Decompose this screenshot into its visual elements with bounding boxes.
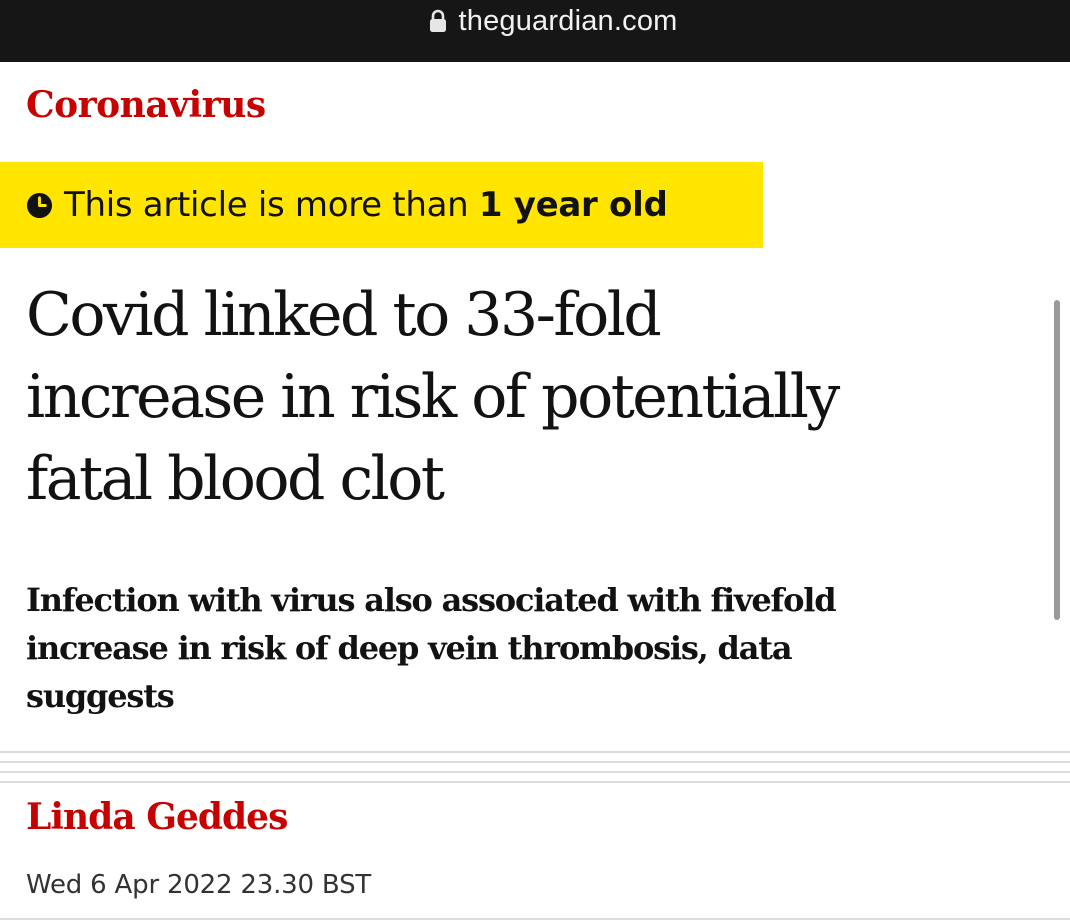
url-text: theguardian.com [458,4,678,37]
article-age-banner: This article is more than 1 year old [0,162,763,248]
divider-line [0,781,1070,783]
standfirst-line: Infection with virus also associated wit… [26,581,837,619]
lock-icon [430,9,447,32]
page-scrollbar[interactable] [1054,300,1060,620]
section-link-coronavirus[interactable]: Coronavirus [26,84,266,126]
divider-line [0,751,1070,753]
standfirst-line: increase in risk of deep vein thrombosis… [26,629,793,667]
age-prefix: This article is more than [64,185,479,225]
clock-icon [26,192,53,218]
publish-date: Wed 6 Apr 2022 23.30 BST [26,870,372,900]
divider-line [0,918,1070,920]
headline-line: increase in risk of potentially [26,362,840,432]
browser-url-bar[interactable]: theguardian.com [0,0,1070,62]
headline-line: fatal blood clot [26,444,445,514]
section-divider [0,751,1070,791]
article-age-text: This article is more than 1 year old [64,185,668,225]
standfirst-line: suggests [26,677,175,715]
article-standfirst: Infection with virus also associated wit… [26,576,1046,720]
author-link[interactable]: Linda Geddes [26,796,288,838]
url-display[interactable]: theguardian.com [428,5,677,38]
headline-line: Covid linked to 33-fold [26,280,662,350]
divider-line [0,771,1070,773]
age-emphasis: 1 year old [478,185,668,225]
divider-line [0,761,1070,763]
article-headline: Covid linked to 33-fold increase in risk… [26,274,1026,520]
